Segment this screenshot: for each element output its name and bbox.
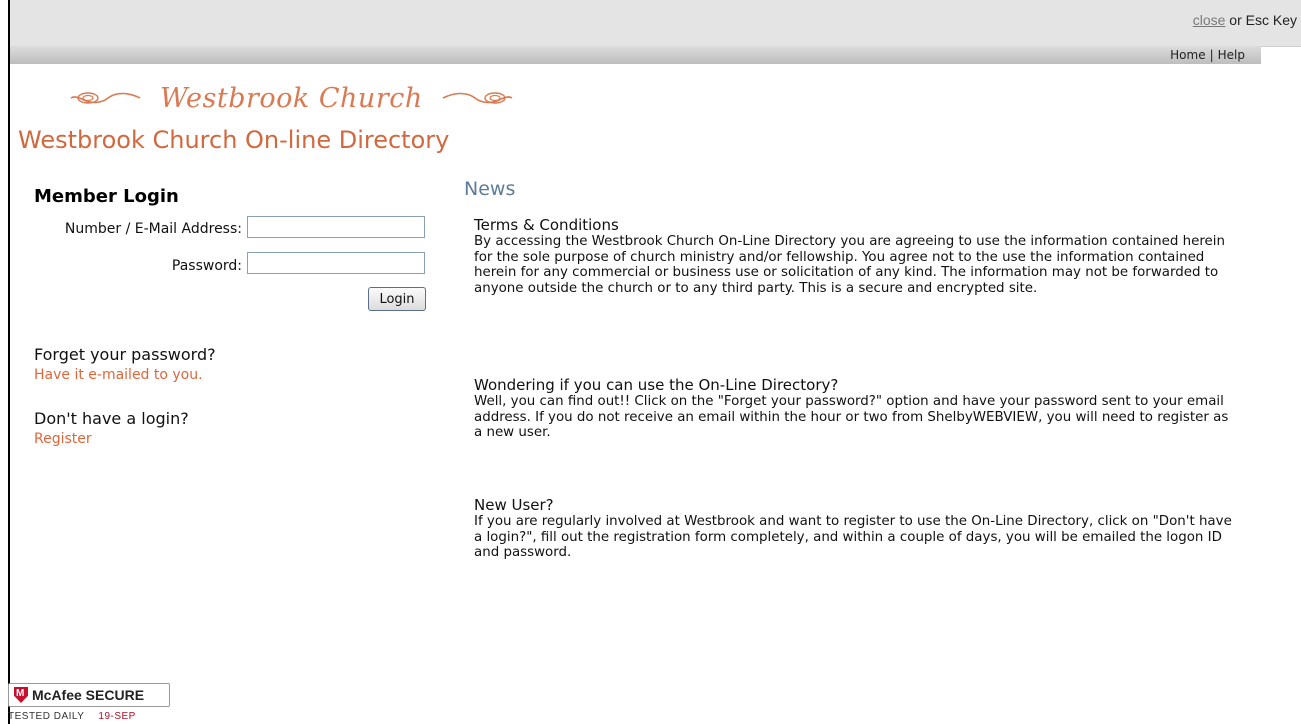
- close-hint: or Esc Key: [1225, 12, 1297, 28]
- window-left-border: [8, 0, 10, 724]
- badge-tested-strip: TESTED DAILY 19-SEP: [8, 711, 136, 722]
- close-area: close or Esc Key: [1193, 12, 1297, 28]
- news-item: Wondering if you can use the On-Line Dir…: [474, 376, 1234, 441]
- member-login-heading: Member Login: [34, 186, 179, 207]
- news-item: New User? If you are regularly involved …: [474, 496, 1234, 561]
- no-login-question: Don't have a login?: [34, 409, 189, 428]
- page-title: Westbrook Church On-line Directory: [18, 126, 450, 154]
- login-button[interactable]: Login: [368, 287, 426, 311]
- nav-help-link[interactable]: Help: [1218, 48, 1245, 62]
- badge-date: 19-SEP: [98, 711, 136, 722]
- register-link[interactable]: Register: [34, 431, 92, 447]
- news-item-body: By accessing the Westbrook Church On-Lin…: [474, 234, 1225, 296]
- news-item: Terms & Conditions By accessing the West…: [474, 216, 1234, 296]
- badge-brand: McAfee SECURE: [32, 687, 145, 703]
- left-flourish-icon: [70, 92, 141, 104]
- mcafee-shield-icon: [14, 687, 28, 703]
- password-label: Password:: [171, 258, 242, 274]
- news-heading: News: [464, 178, 516, 200]
- nav-strip: [10, 46, 1261, 64]
- news-item-title: Terms & Conditions: [474, 216, 619, 234]
- forgot-password-question: Forget your password?: [34, 345, 216, 364]
- top-nav: Home | Help: [1170, 48, 1245, 62]
- news-item-body: If you are regularly involved at Westbro…: [474, 514, 1232, 560]
- church-logo: Westbrook Church: [70, 78, 513, 118]
- close-link[interactable]: close: [1193, 12, 1226, 28]
- nav-separator: |: [1209, 48, 1214, 62]
- password-field[interactable]: [247, 252, 425, 274]
- mcafee-secure-badge[interactable]: McAfee SECURE: [8, 683, 170, 707]
- logo-wordmark: Westbrook Church: [160, 82, 423, 114]
- news-item-body: Well, you can find out!! Click on the "F…: [474, 394, 1229, 440]
- email-field[interactable]: [247, 216, 425, 238]
- news-item-title: New User?: [474, 496, 554, 514]
- email-password-link[interactable]: Have it e-mailed to you.: [34, 367, 203, 383]
- email-label: Number / E-Mail Address:: [64, 221, 242, 237]
- news-item-title: Wondering if you can use the On-Line Dir…: [474, 376, 839, 394]
- nav-home-link[interactable]: Home: [1170, 48, 1205, 62]
- badge-tested-text: TESTED DAILY: [8, 711, 85, 722]
- right-flourish-icon: [442, 92, 513, 104]
- top-bar: [10, 0, 1301, 47]
